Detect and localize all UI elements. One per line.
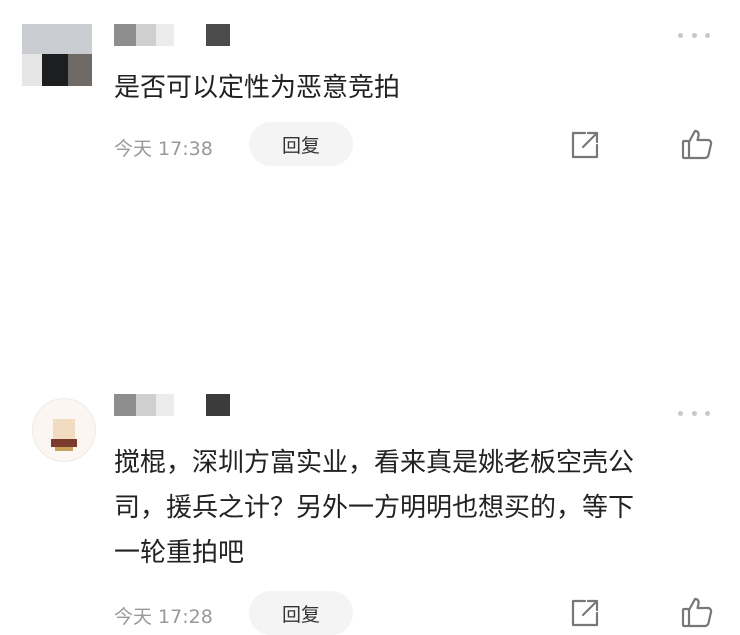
thumbs-up-icon[interactable] (680, 127, 714, 161)
comment-text: 是否可以定性为恶意竞拍 (114, 73, 401, 103)
username-mosaic[interactable] (114, 24, 230, 46)
comment-text: 搅棍，深圳方富实业，看来真是姚老板空壳公 司，援兵之计？另外一方明明也想买的，等… (114, 448, 635, 568)
more-dots-icon[interactable] (678, 408, 710, 418)
more-dots-icon[interactable] (678, 30, 710, 40)
comment-timestamp: 今天 17:28 (114, 606, 213, 628)
reply-button[interactable]: 回复 (249, 122, 353, 166)
username-mosaic[interactable] (114, 394, 230, 416)
comment-timestamp: 今天 17:38 (114, 138, 213, 160)
comment-item: 搅棍，深圳方富实业，看来真是姚老板空壳公 司，援兵之计？另外一方明明也想买的，等… (0, 190, 740, 635)
comment-item: 是否可以定性为恶意竞拍 今天 17:38 回复 (0, 0, 740, 190)
share-icon[interactable] (568, 596, 602, 630)
avatar[interactable] (32, 398, 96, 462)
avatar[interactable] (22, 24, 92, 86)
reply-button[interactable]: 回复 (249, 591, 353, 635)
thumbs-up-icon[interactable] (680, 595, 714, 629)
share-icon[interactable] (568, 128, 602, 162)
